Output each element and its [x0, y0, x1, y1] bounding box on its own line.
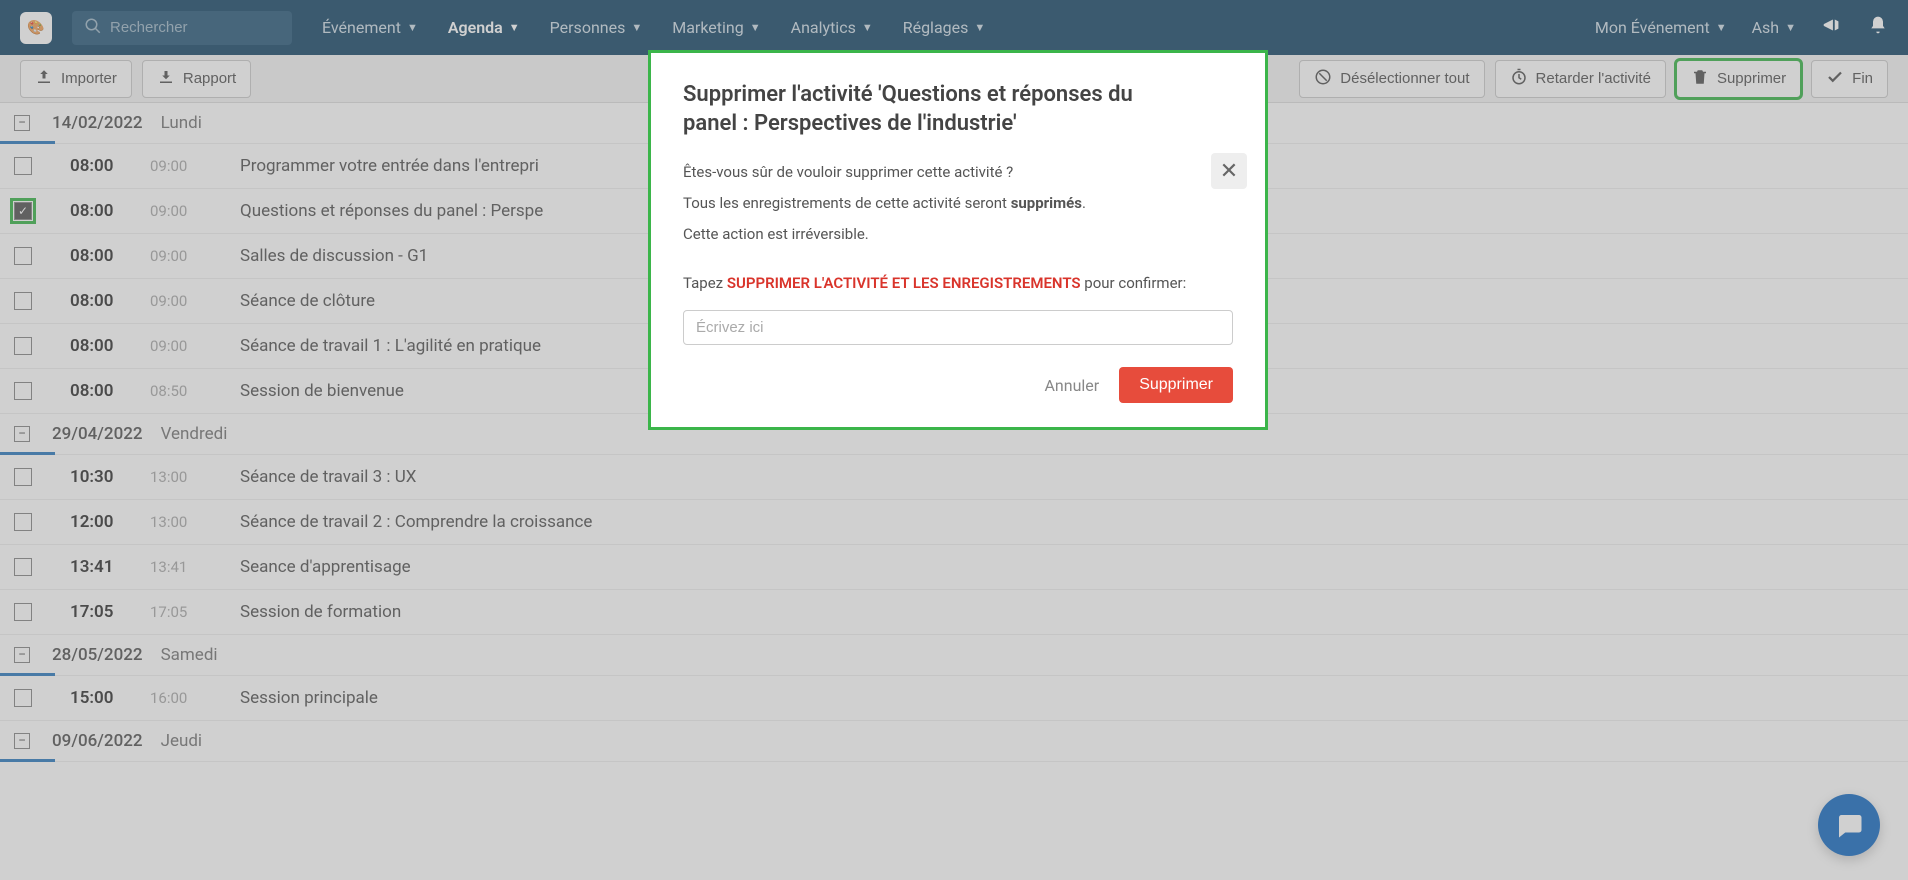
confirm-delete-button[interactable]: Supprimer [1119, 367, 1233, 403]
modal-line-3: Cette action est irréversible. [683, 224, 1233, 245]
confirm-input[interactable] [683, 310, 1233, 345]
modal-title: Supprimer l'activité 'Questions et répon… [683, 81, 1233, 138]
modal-line-2: Tous les enregistrements de cette activi… [683, 193, 1233, 214]
modal-confirm-instruction: Tapez SUPPRIMER L'ACTIVITÉ ET LES ENREGI… [683, 273, 1233, 294]
close-icon[interactable]: ✕ [1211, 153, 1247, 189]
cancel-button[interactable]: Annuler [1044, 376, 1099, 395]
delete-confirm-modal: Supprimer l'activité 'Questions et répon… [648, 50, 1268, 430]
modal-line-1: Êtes-vous sûr de vouloir supprimer cette… [683, 162, 1233, 183]
